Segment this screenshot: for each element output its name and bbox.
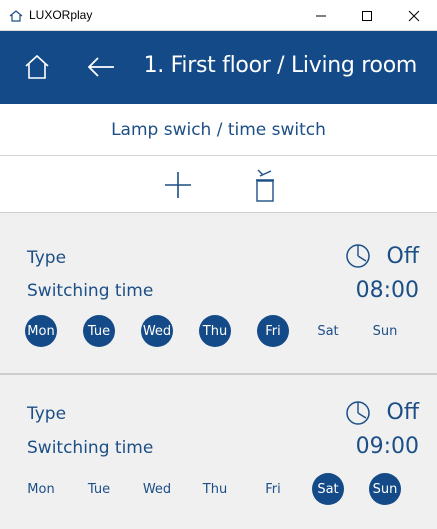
app-home-icon [9,10,23,22]
close-button[interactable] [391,0,437,31]
day-sat[interactable]: Sat [312,315,344,347]
weekday-row: Mon Tue Wed Thu Fri Sat Sun [25,473,425,505]
day-fri[interactable]: Fri [257,473,289,505]
type-label: Type [27,404,67,424]
window-title: LUXORplay [29,8,93,22]
switching-time-value: 09:00 [355,434,419,459]
day-mon[interactable]: Mon [25,473,57,505]
close-icon [408,10,420,21]
day-sun[interactable]: Sun [369,473,401,505]
switching-time-label: Switching time [27,438,154,458]
day-tue[interactable]: Tue [83,315,115,347]
minimize-button[interactable] [298,0,344,31]
maximize-button[interactable] [344,0,390,31]
window-titlebar: LUXORplay [0,0,437,31]
app-header: 1. First floor / Living room [0,31,437,104]
day-wed[interactable]: Wed [141,315,173,347]
day-thu[interactable]: Thu [199,315,231,347]
plus-icon[interactable] [163,170,193,200]
day-mon[interactable]: Mon [25,315,57,347]
type-label: Type [27,248,67,268]
switching-time-value: 08:00 [355,278,419,303]
day-sun[interactable]: Sun [369,315,401,347]
day-wed[interactable]: Wed [141,473,173,505]
timer-entry-2[interactable]: Type Off Switching time 09:00 Mon Tue We… [0,375,437,529]
page-title: 1. First floor / Living room [143,53,418,78]
day-thu[interactable]: Thu [199,473,231,505]
weekday-row: Mon Tue Wed Thu Fri Sat Sun [25,315,425,347]
day-fri[interactable]: Fri [257,315,289,347]
day-tue[interactable]: Tue [83,473,115,505]
trash-icon[interactable] [253,167,277,203]
home-icon[interactable] [24,54,50,80]
toolbar [0,156,437,213]
day-sat[interactable]: Sat [312,473,344,505]
type-value: Off [386,244,419,269]
minimize-icon [316,15,326,16]
clock-icon [346,401,370,425]
maximize-icon [362,10,372,21]
switching-time-label: Switching time [27,281,154,301]
timer-entry-1[interactable]: Type Off Switching time 08:00 Mon Tue We… [0,213,437,373]
clock-icon [346,244,370,268]
back-arrow-icon[interactable] [86,55,116,79]
type-value: Off [386,400,419,425]
device-subtitle: Lamp swich / time switch [0,104,437,156]
